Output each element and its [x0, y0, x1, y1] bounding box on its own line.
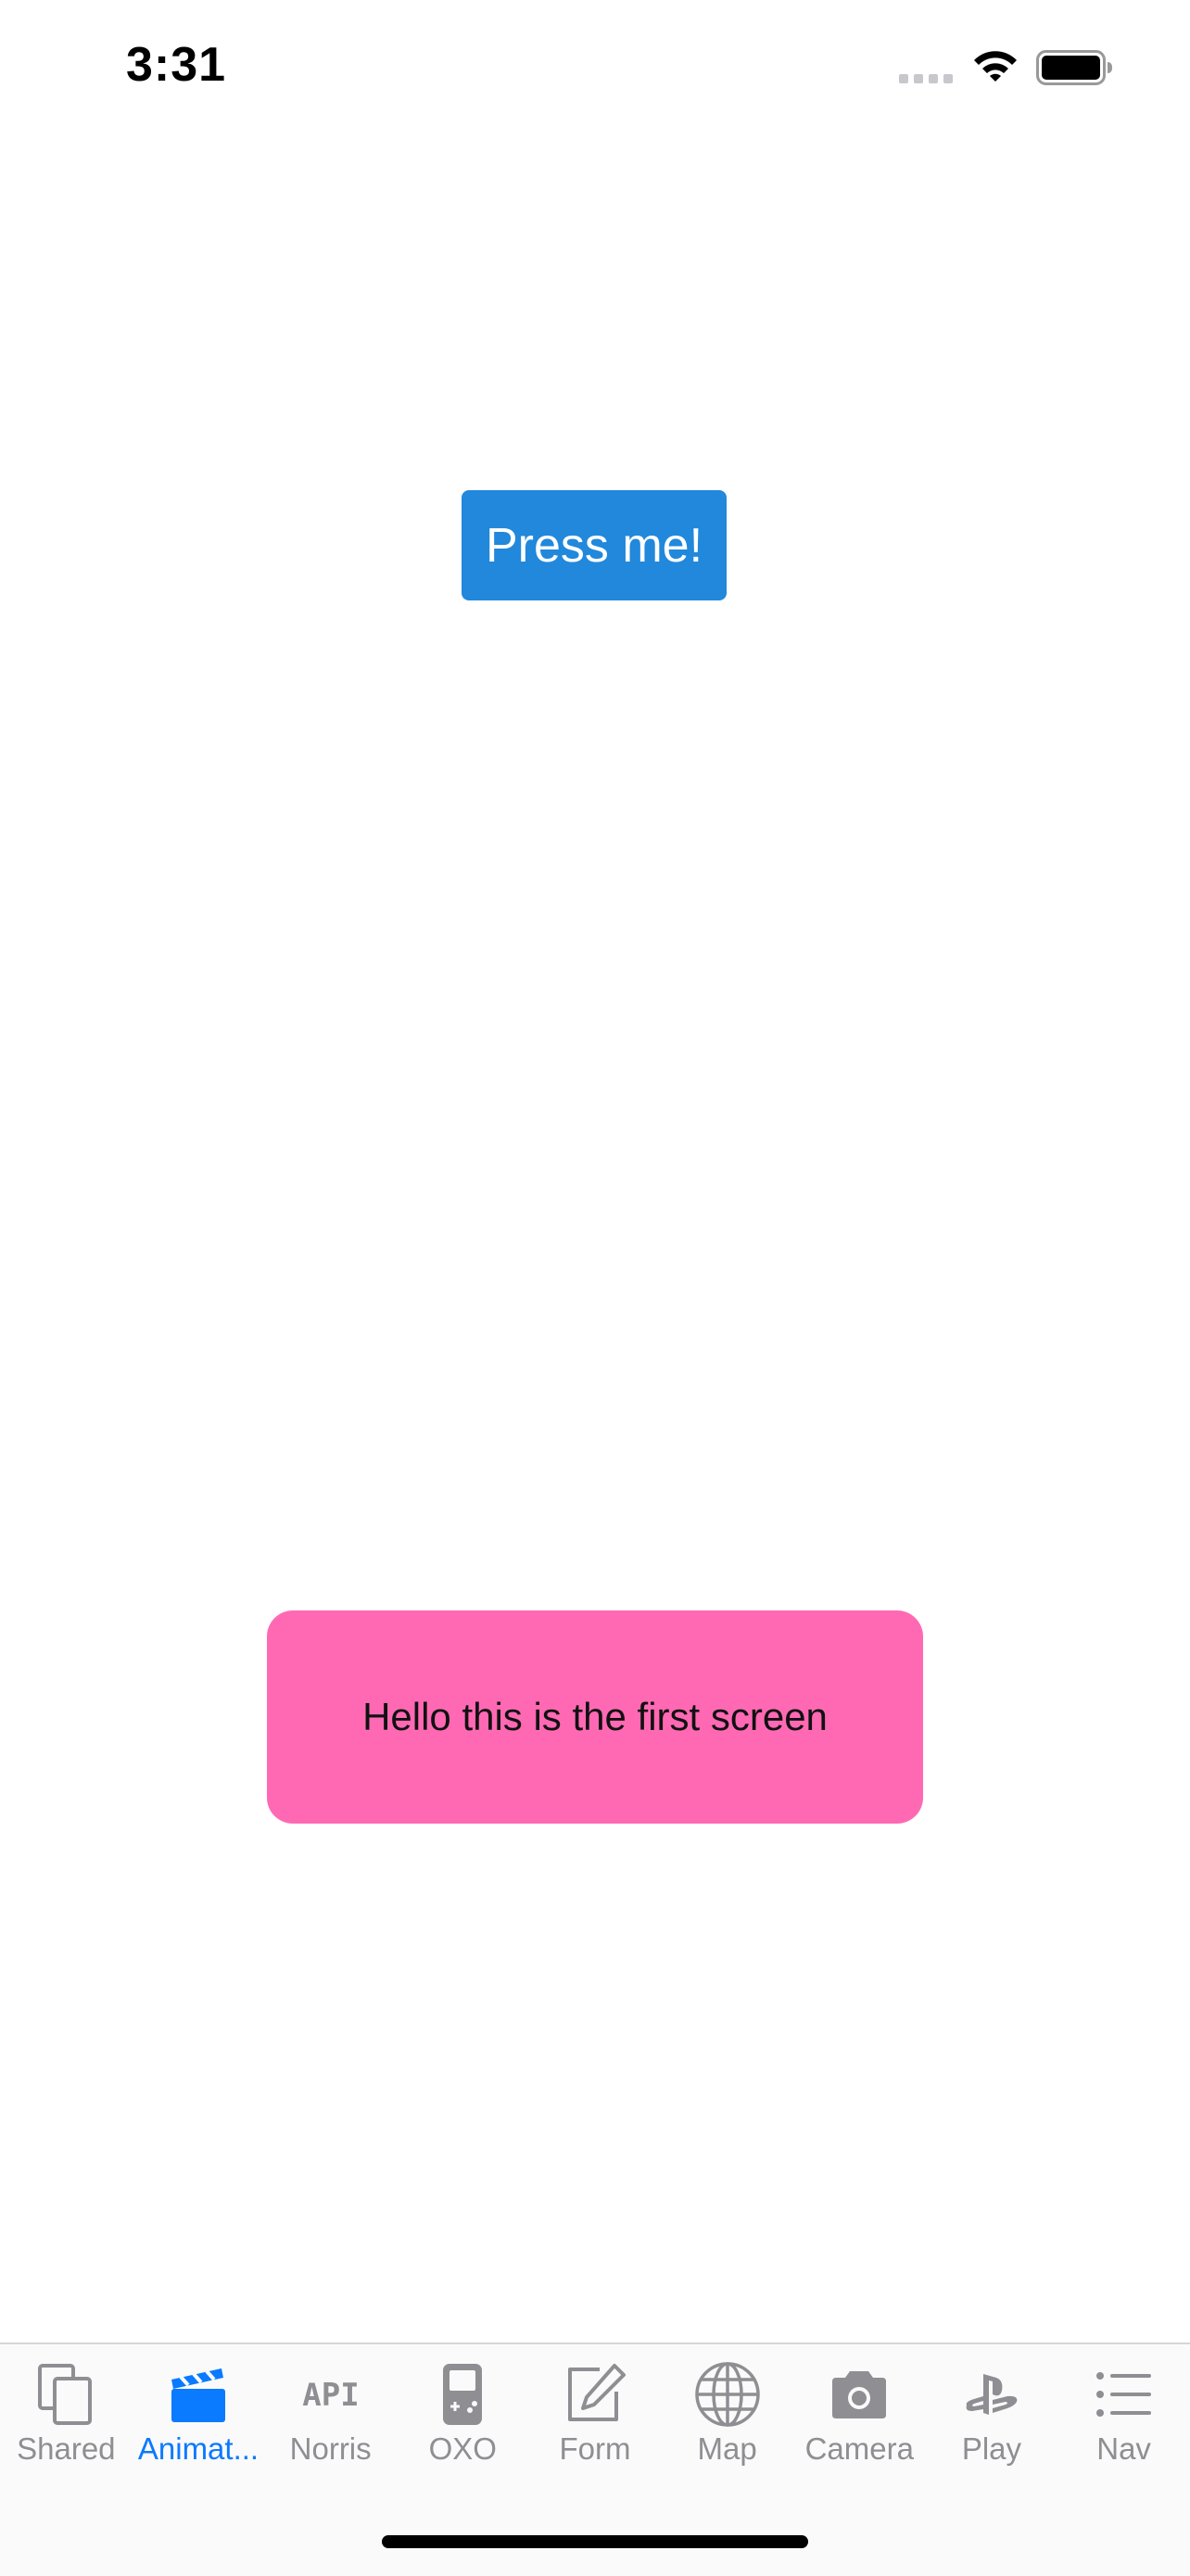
status-bar: 3:31 [0, 0, 1190, 139]
tab-label: Nav [1096, 2431, 1151, 2466]
tab-camera[interactable]: Camera [793, 2344, 926, 2483]
clapperboard-icon [163, 2359, 234, 2430]
gameboy-icon [427, 2359, 498, 2430]
press-me-button[interactable]: Press me! [462, 490, 727, 600]
tab-oxo[interactable]: OXO [397, 2344, 529, 2483]
tab-label: Norris [289, 2431, 372, 2466]
tab-label: Form [559, 2431, 631, 2466]
tab-label: Animat... [137, 2431, 260, 2466]
list-icon [1089, 2359, 1159, 2430]
tab-play[interactable]: Play [926, 2344, 1058, 2483]
cellular-signal-icon [899, 74, 953, 83]
edit-icon [560, 2359, 630, 2430]
globe-icon [692, 2359, 763, 2430]
battery-icon [1036, 50, 1112, 85]
wifi-icon [974, 51, 1017, 82]
tab-label: Play [961, 2431, 1022, 2466]
tab-label: OXO [428, 2431, 497, 2466]
tab-animation[interactable]: Animat... [133, 2344, 265, 2483]
copy-icon [31, 2359, 101, 2430]
tab-norris[interactable]: API Norris [264, 2344, 397, 2483]
tab-label: Map [697, 2431, 757, 2466]
first-screen-card: Hello this is the first screen [267, 1610, 923, 1824]
tab-nav[interactable]: Nav [1057, 2344, 1190, 2483]
card-text: Hello this is the first screen [362, 1695, 828, 1738]
api-icon: API [296, 2359, 366, 2430]
tab-form[interactable]: Form [529, 2344, 662, 2483]
home-indicator [382, 2535, 808, 2548]
tab-label: Camera [804, 2431, 914, 2466]
camera-icon [824, 2359, 894, 2430]
tab-map[interactable]: Map [661, 2344, 793, 2483]
tab-label: Shared [17, 2431, 116, 2466]
playstation-icon [956, 2359, 1027, 2430]
status-time: 3:31 [126, 38, 227, 92]
tab-shared[interactable]: Shared [0, 2344, 133, 2483]
svg-text:API: API [302, 2377, 359, 2413]
